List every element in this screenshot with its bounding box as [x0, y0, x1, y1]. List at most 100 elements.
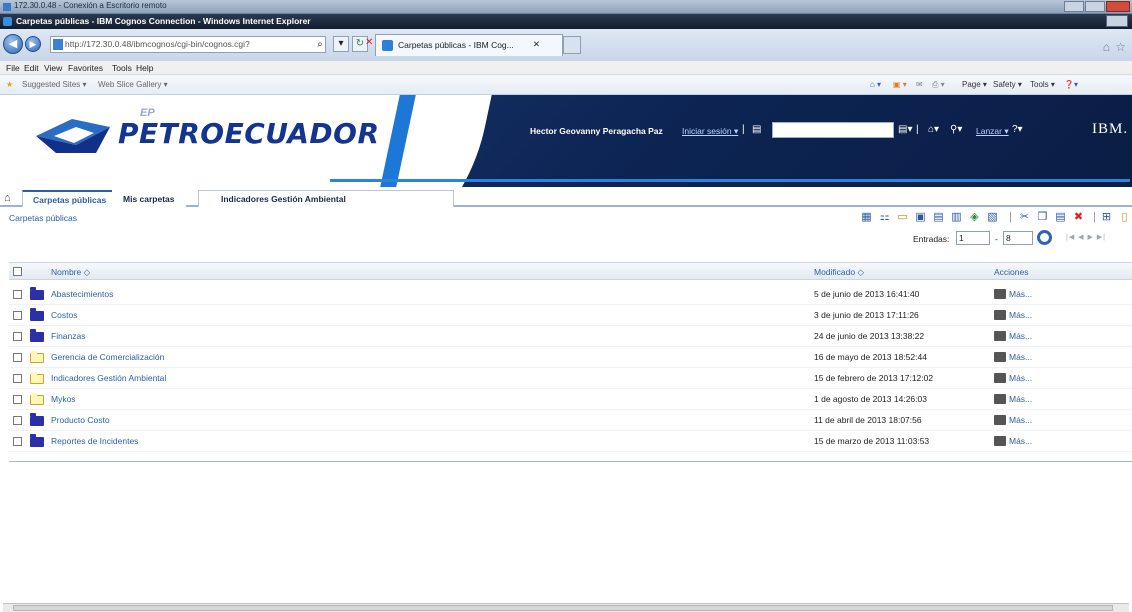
tools-menu[interactable]: Tools ▾ [1030, 80, 1055, 89]
row-checkbox[interactable] [13, 395, 22, 404]
new-page-icon[interactable]: ▧ [986, 211, 999, 224]
home-icon[interactable]: ⌂▾ [928, 124, 939, 135]
close-button[interactable] [1106, 1, 1130, 12]
menu-tools[interactable]: Tools [112, 63, 132, 73]
tab-menu-icon[interactable]: ⌂ [4, 192, 16, 204]
row-checkbox[interactable] [13, 332, 22, 341]
home-icon[interactable]: ⌂ [1103, 40, 1110, 54]
page-menu[interactable]: Page ▾ [962, 80, 987, 89]
search-dropdown-icon[interactable]: ⌕ [312, 38, 328, 54]
order-icon[interactable]: ⊞ [1100, 211, 1113, 224]
row-checkbox[interactable] [13, 311, 22, 320]
properties-icon[interactable] [994, 352, 1006, 362]
more-actions-link[interactable]: Más... [1009, 331, 1032, 341]
tab-mis-carpetas[interactable]: Mis carpetas [112, 190, 186, 207]
launch-menu[interactable]: Lanzar ▾ [976, 126, 1009, 137]
folder-name-link[interactable]: Finanzas [51, 331, 86, 341]
more-actions-link[interactable]: Más... [1009, 436, 1032, 446]
search-options-icon[interactable]: ▤▾ [898, 124, 912, 135]
copy-icon[interactable]: ❐ [1036, 211, 1049, 224]
close-tab-icon[interactable]: ✕ [533, 39, 540, 50]
compat-view-icon[interactable]: ▾ [333, 36, 349, 52]
folder-name-link[interactable]: Costos [51, 310, 77, 320]
favorites-star-icon[interactable]: ★ [6, 80, 13, 89]
menu-favorites[interactable]: Favorites [68, 63, 103, 73]
window-controls[interactable] [1106, 15, 1128, 27]
home-command-icon[interactable]: ⌂ ▾ [870, 80, 881, 89]
select-all-checkbox[interactable] [13, 267, 22, 276]
menu-edit[interactable]: Edit [24, 63, 39, 73]
login-link[interactable]: Iniciar sesión ▾ [682, 126, 738, 137]
new-agent-icon[interactable]: ▥ [950, 211, 963, 224]
folder-name-link[interactable]: Indicadores Gestión Ambiental [51, 373, 166, 383]
suggested-sites-link[interactable]: Suggested Sites ▾ [22, 80, 87, 89]
print-icon[interactable]: ⎙ ▾ [932, 80, 945, 90]
menu-view[interactable]: View [44, 63, 62, 73]
more-actions-link[interactable]: Más... [1009, 415, 1032, 425]
menu-help[interactable]: Help [136, 63, 153, 73]
new-report-icon[interactable]: ▤ [932, 211, 945, 224]
new-url-icon[interactable]: ◈ [968, 211, 981, 224]
delete-icon[interactable]: ✖ [1072, 211, 1085, 224]
more-actions-link[interactable]: Más... [1009, 289, 1032, 299]
row-checkbox[interactable] [13, 437, 22, 446]
folder-name-link[interactable]: Reportes de Incidentes [51, 436, 138, 446]
search-input[interactable] [772, 122, 894, 138]
details-view-icon[interactable]: ▦ [860, 211, 873, 224]
paste-icon[interactable]: ▤ [1054, 211, 1067, 224]
more-actions-link[interactable]: Más... [1009, 373, 1032, 383]
safety-menu[interactable]: Safety ▾ [993, 80, 1022, 89]
breadcrumb[interactable]: Carpetas públicas [9, 213, 77, 223]
go-icon[interactable] [1037, 230, 1052, 245]
my-area-icon[interactable]: ▤ [752, 124, 761, 135]
restore-button[interactable] [1085, 1, 1105, 12]
folder-name-link[interactable]: Abastecimientos [51, 289, 113, 299]
favorites-star-icon[interactable]: ☆ [1115, 40, 1126, 54]
row-checkbox[interactable] [13, 416, 22, 425]
help-icon[interactable]: ❓▾ [1064, 80, 1078, 89]
entries-from-input[interactable]: 1 [956, 231, 990, 245]
menu-file[interactable]: File [6, 63, 20, 73]
back-arrow-icon[interactable]: ◀ [3, 34, 23, 54]
header-name[interactable]: Nombre ◇ [51, 267, 90, 278]
entries-to-input[interactable]: 8 [1003, 231, 1033, 245]
person-icon[interactable]: ⚲▾ [950, 124, 962, 135]
folder-name-link[interactable]: Gerencia de Comercialización [51, 352, 164, 362]
properties-icon[interactable] [994, 394, 1006, 404]
new-folder-icon[interactable]: ▭ [896, 211, 909, 224]
new-tab-button[interactable] [563, 36, 581, 54]
help-icon[interactable]: ?▾ [1012, 124, 1023, 135]
properties-icon[interactable] [994, 415, 1006, 425]
tab-carpetas-publicas[interactable]: Carpetas públicas [22, 190, 118, 207]
properties-icon[interactable] [994, 310, 1006, 320]
row-checkbox[interactable] [13, 374, 22, 383]
folder-name-link[interactable]: Producto Costo [51, 415, 110, 425]
properties-icon[interactable] [994, 436, 1006, 446]
more-actions-link[interactable]: Más... [1009, 394, 1032, 404]
list-view-icon[interactable]: ⚏ [878, 211, 891, 224]
web-slice-gallery-link[interactable]: Web Slice Gallery ▾ [98, 80, 168, 89]
properties-icon[interactable] [994, 289, 1006, 299]
set-properties-icon[interactable]: ▯ [1118, 211, 1131, 224]
horizontal-scrollbar[interactable] [3, 603, 1129, 612]
header-modified[interactable]: Modificado ◇ [814, 267, 864, 278]
row-checkbox[interactable] [13, 353, 22, 362]
more-actions-link[interactable]: Más... [1009, 352, 1032, 362]
more-actions-link[interactable]: Más... [1009, 310, 1032, 320]
browser-tab[interactable]: Carpetas públicas - IBM Cog... ✕ [375, 34, 563, 56]
cut-icon[interactable]: ✂ [1018, 211, 1031, 224]
folder-name-link[interactable]: Mykos [51, 394, 76, 404]
row-checkbox[interactable] [13, 290, 22, 299]
pager-arrows-icon[interactable]: |◀ ◀ ▶ ▶| [1066, 233, 1106, 241]
scrollbar-thumb[interactable] [13, 605, 1113, 611]
properties-icon[interactable] [994, 373, 1006, 383]
properties-icon[interactable] [994, 331, 1006, 341]
address-input[interactable]: http://172.30.0.48/ibmcognos/cgi-bin/cog… [50, 36, 326, 53]
minimize-button[interactable] [1064, 1, 1084, 12]
feeds-icon[interactable]: ▣ ▾ [893, 80, 907, 89]
stop-icon[interactable]: ✕ [365, 36, 373, 52]
tab-indicadores[interactable]: Indicadores Gestión Ambiental [198, 190, 454, 207]
forward-arrow-icon[interactable]: ▶ [25, 36, 41, 52]
new-package-icon[interactable]: ▣ [914, 211, 927, 224]
read-mail-icon[interactable]: ✉ [916, 80, 923, 89]
